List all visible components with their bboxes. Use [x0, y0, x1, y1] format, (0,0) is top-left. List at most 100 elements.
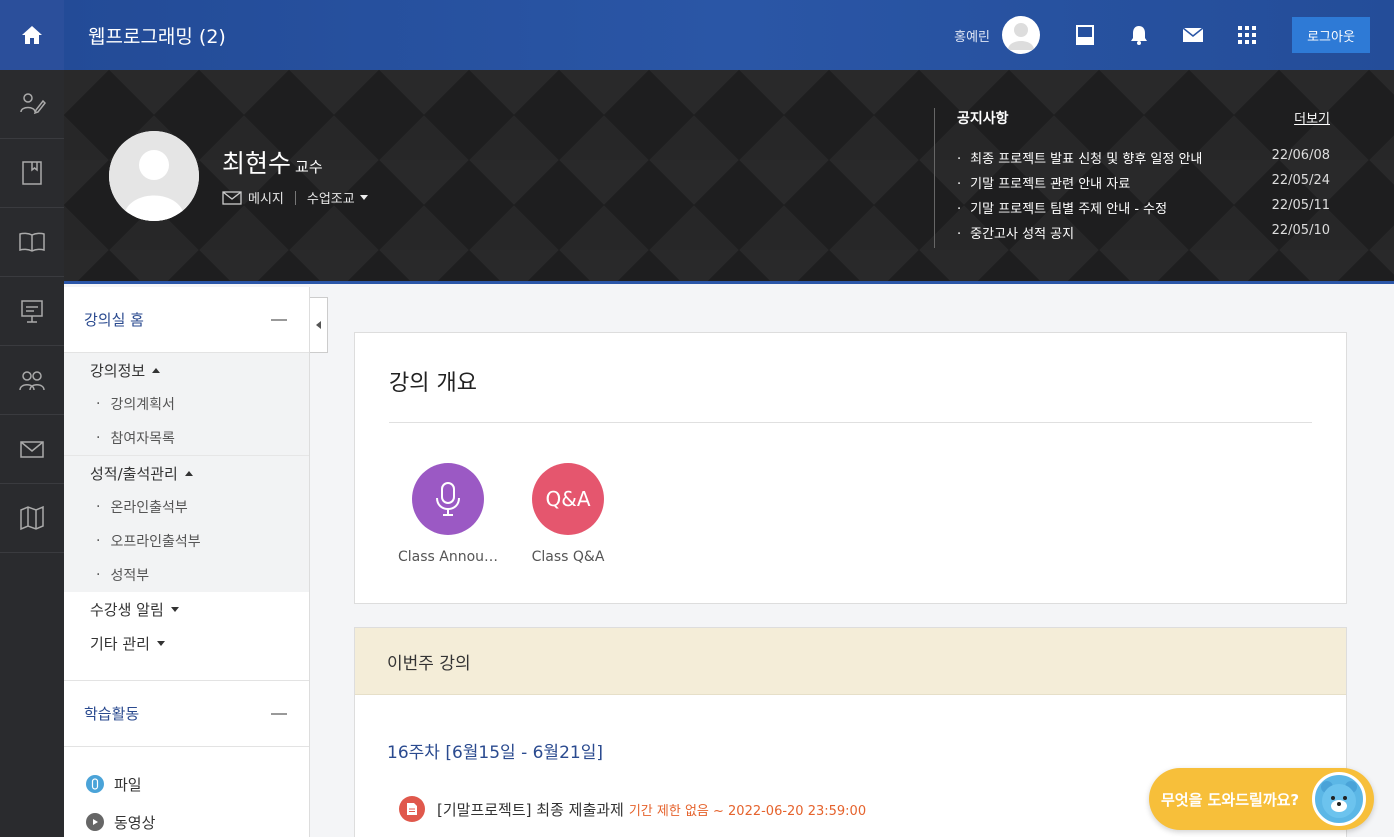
- message-button[interactable]: [1166, 15, 1220, 55]
- notice-item[interactable]: 기말 프로젝트 관련 안내 자료 22/05/24: [957, 173, 1330, 198]
- assignment-due: 기간 제한 없음 ~ 2022-06-20 23:59:00: [628, 803, 867, 819]
- envelope-icon: [222, 190, 242, 205]
- sidebar-group-label: 강의정보: [90, 361, 146, 380]
- rail-course-progress[interactable]: [0, 70, 64, 139]
- rail-community[interactable]: [0, 346, 64, 415]
- sidebar-item-syllabus[interactable]: 강의계획서: [64, 387, 309, 421]
- notification-button[interactable]: [1112, 15, 1166, 55]
- assistant-dropdown[interactable]: 수업조교: [307, 188, 355, 207]
- professor-avatar: [109, 131, 199, 221]
- module-icon-circle: Q&A: [532, 463, 604, 535]
- notice-title: 공지사항: [957, 111, 1009, 127]
- notice-more-link[interactable]: 더보기: [1294, 108, 1330, 128]
- bear-mascot-icon: [1312, 772, 1366, 826]
- notice-list: 최종 프로젝트 발표 신청 및 향후 일정 안내 22/06/08 기말 프로젝트…: [957, 148, 1330, 248]
- sidebar-group-title[interactable]: 강의정보: [64, 353, 309, 387]
- notice-item-title: 최종 프로젝트 발표 신청 및 향후 일정 안내: [957, 148, 1202, 173]
- home-icon: [22, 26, 42, 44]
- sidebar-item-video[interactable]: 동영상: [64, 803, 309, 837]
- bookmark-book-icon: [22, 161, 42, 185]
- collapse-minus-icon[interactable]: [271, 318, 287, 321]
- professor-links: 메시지 수업조교: [222, 188, 368, 207]
- sidebar-item-label: 기타 관리: [90, 634, 150, 653]
- professor-name-text: 최현수: [222, 149, 292, 178]
- sidebar-item-gradebook[interactable]: 성적부: [64, 558, 309, 592]
- collapse-minus-icon[interactable]: [271, 712, 287, 715]
- divider: [294, 190, 296, 205]
- sidebar-collapse-button[interactable]: [310, 297, 328, 353]
- layout-panel-icon: [1076, 25, 1094, 45]
- notice-item-date: 22/05/10: [1271, 223, 1330, 238]
- sidebar-item-other-management[interactable]: 기타 관리: [64, 626, 309, 660]
- avatar-silhouette-icon: [109, 131, 199, 221]
- sidebar-home-header[interactable]: 강의실 홈: [64, 287, 309, 353]
- rail-courses[interactable]: [0, 139, 64, 208]
- notice-item[interactable]: 최종 프로젝트 발표 신청 및 향후 일정 안내 22/06/08: [957, 148, 1330, 173]
- notice-item[interactable]: 중간고사 성적 공지 22/05/10: [957, 223, 1330, 248]
- layout-toggle-button[interactable]: [1058, 15, 1112, 55]
- overview-title: 강의 개요: [389, 371, 477, 396]
- people-icon: [19, 371, 45, 391]
- open-book-icon: [19, 232, 45, 252]
- user-avatar[interactable]: [1002, 16, 1040, 54]
- sidebar-item-student-notify[interactable]: 수강생 알림: [64, 592, 309, 626]
- rail-map[interactable]: [0, 484, 64, 553]
- file-icon: [86, 775, 104, 793]
- sidebar-activity-header[interactable]: 학습활동: [64, 681, 309, 747]
- module-icon-circle: [412, 463, 484, 535]
- notice-panel: 공지사항 더보기 최종 프로젝트 발표 신청 및 향후 일정 안내 22/06/0…: [934, 108, 1330, 248]
- top-bar: 웹프로그래밍 (2) 홍예린 로그아웃: [64, 0, 1394, 70]
- notice-item-date: 22/05/24: [1271, 173, 1330, 188]
- rail-messages[interactable]: [0, 415, 64, 484]
- mail-icon: [20, 441, 44, 458]
- week-label[interactable]: 16주차 [6월15일 - 6월21일]: [387, 738, 603, 763]
- logout-button[interactable]: 로그아웃: [1292, 17, 1370, 53]
- sidebar-home-label: 강의실 홈: [84, 311, 144, 329]
- home-button[interactable]: [0, 0, 64, 70]
- notice-item-title: 기말 프로젝트 관련 안내 자료: [957, 173, 1130, 198]
- module-label: Class Annou…: [397, 549, 499, 565]
- play-icon: [86, 813, 104, 831]
- assignment-title: [기말프로젝트] 최종 제출과제: [437, 800, 624, 819]
- sidebar-item-file[interactable]: 파일: [64, 765, 309, 803]
- course-overview-card: 강의 개요 Class Annou… Q&A Class Q&A: [354, 332, 1347, 604]
- sidebar-item-participants[interactable]: 참여자목록: [64, 421, 309, 455]
- map-icon: [20, 505, 44, 531]
- sidebar-item-label: 파일: [114, 775, 142, 794]
- chevron-up-icon: [184, 470, 193, 476]
- notice-item-title: 기말 프로젝트 팀별 주제 안내 - 수정: [957, 198, 1167, 223]
- notice-item-title: 중간고사 성적 공지: [957, 223, 1074, 248]
- professor-name: 최현수 교수: [222, 144, 323, 180]
- message-link[interactable]: 메시지: [248, 188, 284, 207]
- chevron-left-icon: [316, 321, 321, 329]
- course-title[interactable]: 웹프로그래밍 (2): [88, 22, 226, 49]
- sidebar-item-online-attendance[interactable]: 온라인출석부: [64, 490, 309, 524]
- sidebar-group-label: 성적/출석관리: [90, 464, 178, 483]
- left-icon-rail: [0, 0, 64, 837]
- pencil-person-icon: [20, 93, 46, 115]
- assignment-document-icon: [399, 796, 425, 822]
- sidebar-activity-label: 학습활동: [84, 705, 140, 723]
- user-name[interactable]: 홍예린: [954, 26, 990, 45]
- microphone-icon: [436, 482, 460, 516]
- qa-icon-text: Q&A: [545, 487, 591, 511]
- rail-presentation[interactable]: [0, 277, 64, 346]
- module-label: Class Q&A: [531, 549, 605, 565]
- module-class-qa[interactable]: Q&A Class Q&A: [508, 463, 628, 565]
- sidebar-group-title[interactable]: 성적/출석관리: [64, 456, 309, 490]
- bell-icon: [1131, 26, 1147, 45]
- assignment-item[interactable]: [기말프로젝트] 최종 제출과제 기간 제한 없음 ~ 2022-06-20 2…: [399, 796, 866, 822]
- notice-item[interactable]: 기말 프로젝트 팀별 주제 안내 - 수정 22/05/11: [957, 198, 1330, 223]
- rail-library[interactable]: [0, 208, 64, 277]
- sidebar-item-offline-attendance[interactable]: 오프라인출석부: [64, 524, 309, 558]
- sidebar-item-label: 수강생 알림: [90, 600, 164, 619]
- grid-icon: [1238, 26, 1256, 44]
- chevron-down-icon: [170, 606, 179, 612]
- apps-button[interactable]: [1220, 15, 1274, 55]
- chevron-down-icon: [359, 195, 368, 200]
- sidebar-group-grades: 성적/출석관리 온라인출석부 오프라인출석부 성적부: [64, 455, 309, 592]
- chatbot-label: 무엇을 도와드릴까요?: [1161, 790, 1300, 809]
- help-chatbot-button[interactable]: 무엇을 도와드릴까요?: [1149, 768, 1374, 830]
- profile-banner: 최현수교수 메시지 수업조교 공지사항 더보기 최종 프로젝트 발표 신청 및 …: [64, 70, 1394, 284]
- module-class-announcements[interactable]: Class Annou…: [388, 463, 508, 565]
